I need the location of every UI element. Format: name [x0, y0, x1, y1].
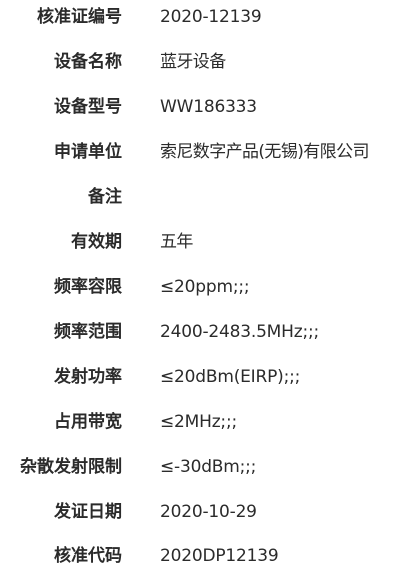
field-value-issue-date: 2020-10-29 [160, 502, 257, 522]
field-label-device-model: 设备型号 [54, 97, 122, 117]
field-value-device-model: WW186333 [160, 97, 257, 117]
field-value-approval-code: 2020DP12139 [160, 546, 279, 566]
field-value-frequency-tolerance: ≤20ppm;;; [160, 277, 250, 297]
field-row-transmit-power: 发射功率 ≤20dBm(EIRP);;; [0, 362, 400, 392]
field-row-validity-period: 有效期 五年 [0, 227, 400, 257]
field-label-approval-code: 核准代码 [54, 546, 122, 566]
field-row-occupied-bandwidth: 占用带宽 ≤2MHz;;; [0, 407, 400, 437]
field-row-applicant: 申请单位 索尼数字产品(无锡)有限公司 [0, 137, 400, 167]
field-label-device-name: 设备名称 [54, 52, 122, 72]
field-label-frequency-tolerance: 频率容限 [54, 277, 122, 297]
field-value-applicant: 索尼数字产品(无锡)有限公司 [160, 142, 369, 162]
field-value-spurious-emission-limit: ≤-30dBm;;; [160, 457, 257, 477]
field-label-applicant: 申请单位 [54, 142, 122, 162]
field-label-approval-number: 核准证编号 [37, 7, 122, 27]
field-row-spurious-emission-limit: 杂散发射限制 ≤-30dBm;;; [0, 452, 400, 482]
field-label-remarks: 备注 [88, 187, 122, 207]
field-value-device-name: 蓝牙设备 [160, 52, 226, 72]
field-row-approval-code: 核准代码 2020DP12139 [0, 541, 400, 571]
field-row-device-model: 设备型号 WW186333 [0, 92, 400, 122]
field-label-validity-period: 有效期 [71, 232, 122, 252]
field-row-frequency-tolerance: 频率容限 ≤20ppm;;; [0, 272, 400, 302]
field-label-spurious-emission-limit: 杂散发射限制 [20, 457, 122, 477]
field-value-approval-number: 2020-12139 [160, 7, 262, 27]
field-value-validity-period: 五年 [160, 232, 193, 252]
field-label-transmit-power: 发射功率 [54, 367, 122, 387]
field-label-occupied-bandwidth: 占用带宽 [54, 412, 122, 432]
approval-certificate-record: 核准证编号 2020-12139 设备名称 蓝牙设备 设备型号 WW186333… [0, 0, 400, 575]
field-row-approval-number: 核准证编号 2020-12139 [0, 2, 400, 32]
field-value-frequency-range: 2400-2483.5MHz;;; [160, 322, 320, 342]
field-row-frequency-range: 频率范围 2400-2483.5MHz;;; [0, 317, 400, 347]
field-row-device-name: 设备名称 蓝牙设备 [0, 47, 400, 77]
field-label-frequency-range: 频率范围 [54, 322, 122, 342]
field-row-remarks: 备注 [0, 182, 400, 212]
field-value-transmit-power: ≤20dBm(EIRP);;; [160, 367, 301, 387]
field-label-issue-date: 发证日期 [54, 502, 122, 522]
field-row-issue-date: 发证日期 2020-10-29 [0, 497, 400, 527]
field-value-occupied-bandwidth: ≤2MHz;;; [160, 412, 238, 432]
